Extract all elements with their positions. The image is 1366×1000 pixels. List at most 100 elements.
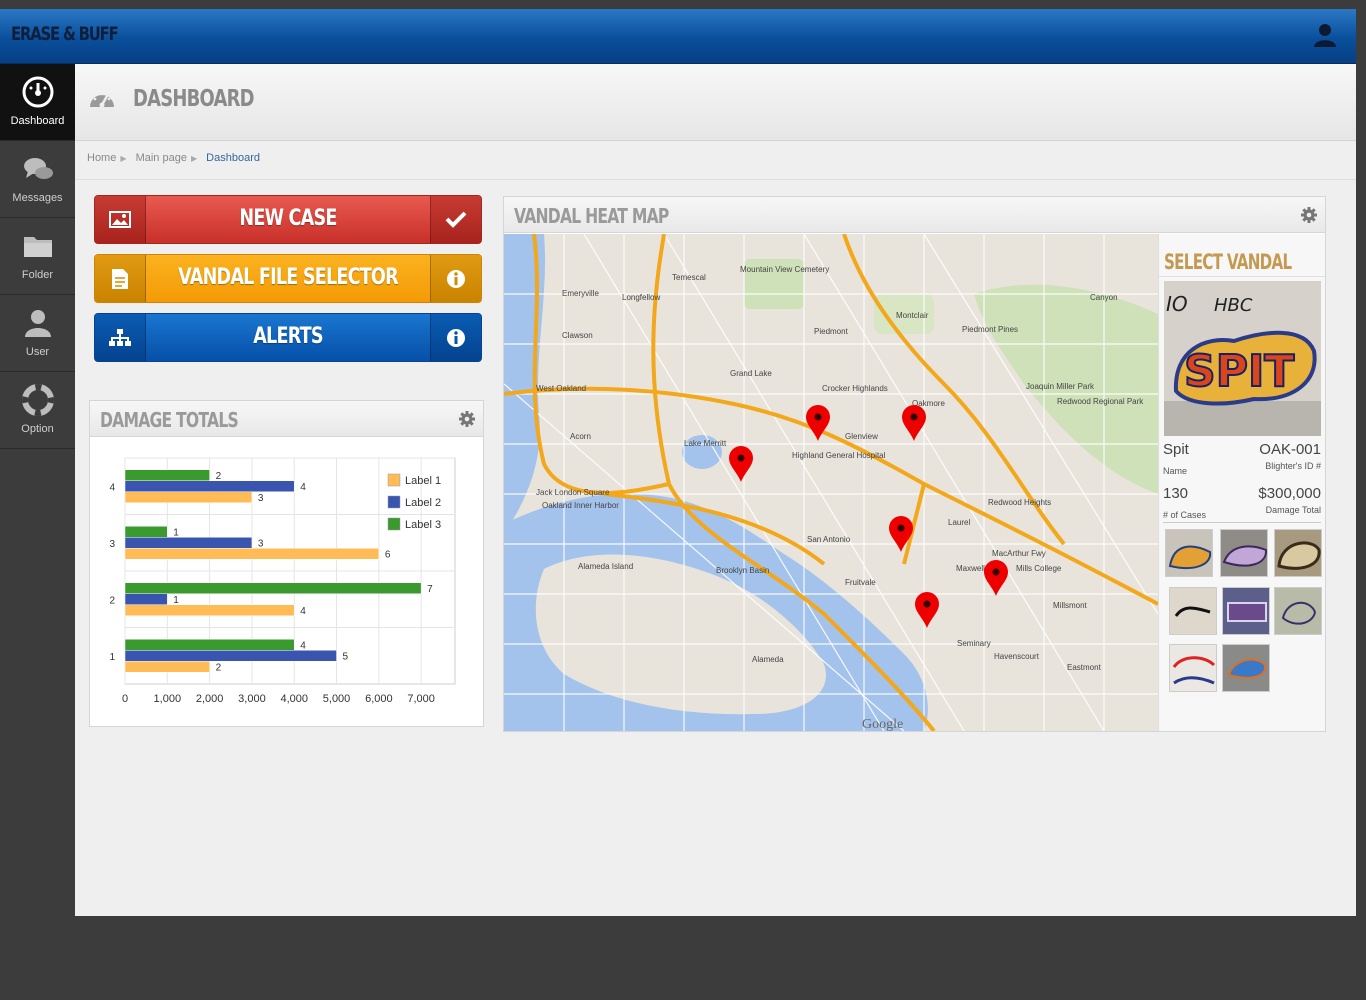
legend-swatch <box>387 517 401 531</box>
map-label: Grand Lake <box>730 369 772 378</box>
divider <box>1159 276 1325 277</box>
map-label: Jack London Square <box>536 488 610 497</box>
breadcrumb-dashboard[interactable]: Dashboard <box>206 152 260 164</box>
damage-totals-header: DAMAGE TOTALS <box>90 401 483 437</box>
x-tick-label: 6,000 <box>365 693 393 705</box>
data-label: 3 <box>258 538 264 549</box>
map-label: Redwood Heights <box>988 498 1051 507</box>
bar[interactable] <box>124 480 295 492</box>
vandal-cases: 130 <box>1163 485 1189 502</box>
gear-icon[interactable] <box>459 411 475 427</box>
photo-tag: SPIT <box>1184 346 1294 397</box>
map-label: Oakland Inner Harbor <box>542 501 619 510</box>
breadcrumb-home[interactable]: Home <box>87 152 116 164</box>
map-label: Redwood Regional Park <box>1057 397 1144 406</box>
top-bar: ERASE & BUFF <box>0 9 1356 64</box>
x-tick-label: 2,000 <box>196 693 224 705</box>
data-label: 7 <box>427 584 433 595</box>
confirm-check-button[interactable] <box>430 196 481 243</box>
map-label: Longfellow <box>622 293 660 302</box>
map-attribution: Google <box>862 717 903 731</box>
app-brand[interactable]: ERASE & BUFF <box>11 23 119 45</box>
heat-map-title: VANDAL HEAT MAP <box>514 204 669 228</box>
cases-label: # of Cases <box>1163 510 1207 520</box>
data-label: 4 <box>300 482 306 493</box>
sidebar-item-messages[interactable]: Messages <box>0 141 75 218</box>
alerts-info-button[interactable] <box>430 314 481 361</box>
vandal-file-selector-button[interactable]: VANDAL FILE SELECTOR <box>94 254 482 303</box>
x-tick-label: 0 <box>122 693 128 705</box>
map-label: Millsmont <box>1053 601 1088 610</box>
map-label: Seminary <box>957 639 991 648</box>
vandal-photo[interactable]: IO HBC SPIT <box>1164 281 1321 436</box>
bar[interactable] <box>124 469 210 481</box>
x-tick-label: 4,000 <box>280 693 308 705</box>
map-label: Joaquin Miller Park <box>1026 382 1095 391</box>
graffiti-thumbnail[interactable] <box>1165 529 1213 577</box>
bar[interactable] <box>124 604 295 616</box>
data-label: 5 <box>343 651 349 662</box>
bar[interactable] <box>124 582 422 594</box>
data-label: 6 <box>385 549 391 560</box>
sitemap-icon <box>109 329 131 346</box>
graffiti-thumbnail[interactable] <box>1220 529 1268 577</box>
sidebar-item-folder[interactable]: Folder <box>0 218 75 295</box>
bar[interactable] <box>124 650 337 662</box>
map-label: Mountain View Cemetery <box>740 265 829 274</box>
photo-tag: HBC <box>1214 295 1253 316</box>
photo-tag: IO <box>1166 292 1188 316</box>
x-tick-label: 3,000 <box>238 693 266 705</box>
sidebar-item-option[interactable]: Option <box>0 372 75 449</box>
user-icon <box>25 310 51 337</box>
bar[interactable] <box>124 661 210 673</box>
select-vandal-title: SELECT VANDAL <box>1164 250 1292 274</box>
sidebar-item-user[interactable]: User <box>0 295 75 372</box>
bar[interactable] <box>124 548 380 560</box>
vandal-file-info-button[interactable] <box>430 255 481 302</box>
bar[interactable] <box>124 593 168 605</box>
new-case-button[interactable]: NEW CASE <box>94 195 482 244</box>
sidebar-item-label: Messages <box>12 192 63 204</box>
dashboard-gauge-icon <box>90 92 114 108</box>
data-label: 4 <box>300 640 306 651</box>
legend-label: Label 2 <box>405 497 441 509</box>
bar[interactable] <box>124 537 253 549</box>
graffiti-thumbnail[interactable] <box>1222 644 1270 692</box>
graffiti-thumbnail[interactable] <box>1274 529 1322 577</box>
y-tick-label: 1 <box>109 652 115 663</box>
alerts-left-segment <box>95 314 146 361</box>
main-content: DASHBOARD Home ▶ Main page ▶ Dashboard NEW… <box>75 64 1356 916</box>
data-label: 1 <box>173 595 179 606</box>
graffiti-thumbnail[interactable] <box>1222 587 1270 635</box>
folder-icon <box>24 237 52 257</box>
heat-map-header: VANDAL HEAT MAP <box>504 197 1325 233</box>
map-label: Clawson <box>562 331 593 340</box>
data-label: 1 <box>173 527 179 538</box>
graffiti-thumbnail[interactable] <box>1169 587 1217 635</box>
map-label: Alameda <box>752 655 784 664</box>
map-label: Montclair <box>896 311 929 320</box>
sidebar: Dashboard Messages Folder User Option <box>0 64 75 1000</box>
info-icon <box>447 329 465 347</box>
bar[interactable] <box>124 491 253 503</box>
bar[interactable] <box>124 639 295 651</box>
vandal-name-row: Spit OAK-001 <box>1163 441 1321 459</box>
map-label: Lake Merritt <box>684 439 727 448</box>
data-label: 2 <box>216 471 222 482</box>
vandal-heat-map[interactable]: Mountain View Cemetery Emeryville Piedmo… <box>504 234 1158 731</box>
map-label: Crocker Highlands <box>822 384 888 393</box>
graffiti-thumbnail[interactable] <box>1169 644 1217 692</box>
alerts-button[interactable]: ALERTS <box>94 313 482 362</box>
graffiti-thumbnail[interactable] <box>1274 587 1322 635</box>
breadcrumb-main-page[interactable]: Main page <box>136 152 187 164</box>
map-label: Highland General Hospital <box>792 451 886 460</box>
map-label: Eastmont <box>1067 663 1102 672</box>
alerts-label: ALERTS <box>253 324 323 349</box>
gear-icon[interactable] <box>1301 207 1317 223</box>
user-menu-icon[interactable] <box>1314 23 1336 47</box>
x-tick-label: 5,000 <box>323 693 351 705</box>
sidebar-item-dashboard[interactable]: Dashboard <box>0 64 75 141</box>
map-label: West Oakland <box>536 384 586 393</box>
bar[interactable] <box>124 526 168 538</box>
map-label: Acorn <box>570 432 591 441</box>
